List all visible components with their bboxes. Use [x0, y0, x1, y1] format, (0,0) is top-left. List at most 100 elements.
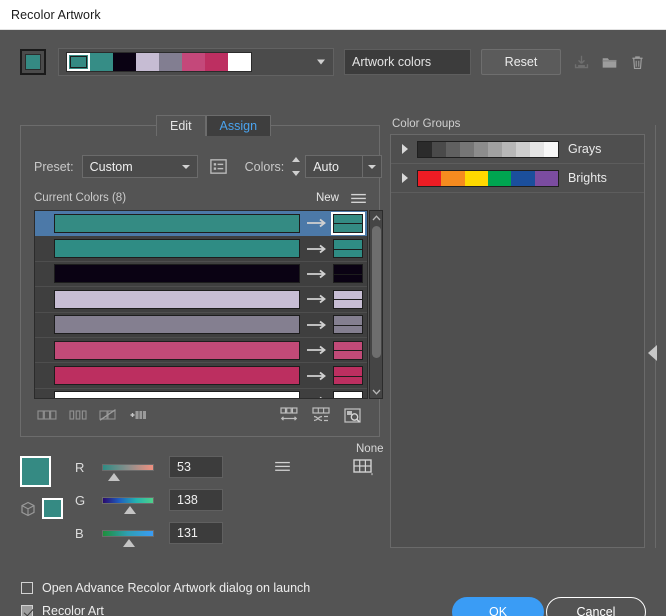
channel-value-r[interactable]: 53 — [169, 456, 223, 478]
cancel-button[interactable]: Cancel — [546, 597, 646, 616]
color-group-swatch[interactable] — [446, 141, 460, 157]
reset-button[interactable]: Reset — [481, 49, 561, 75]
separate-colors-icon[interactable] — [69, 408, 87, 422]
new-color-swatch[interactable] — [333, 239, 363, 259]
channel-slider-r[interactable] — [102, 463, 154, 481]
color-row[interactable] — [35, 262, 367, 288]
color-row[interactable] — [35, 211, 367, 237]
delete-trash-icon[interactable] — [629, 54, 646, 71]
open-advance-dialog-checkbox[interactable] — [21, 582, 33, 594]
current-color-bar[interactable] — [54, 366, 301, 386]
artwork-colors-combo[interactable] — [58, 48, 334, 76]
swatch-lavender[interactable] — [136, 53, 159, 71]
color-group-swatch[interactable] — [487, 170, 512, 186]
color-group-swatch-strip[interactable] — [417, 140, 559, 158]
current-color-bar[interactable] — [54, 315, 301, 335]
color-group-swatch[interactable] — [460, 141, 474, 157]
active-color-indicator[interactable] — [20, 49, 46, 75]
stepper-up-icon[interactable] — [292, 157, 301, 162]
current-color-bar[interactable] — [54, 289, 301, 309]
swatch-white[interactable] — [228, 53, 251, 71]
color-row[interactable] — [35, 363, 367, 389]
channel-slider-g[interactable] — [102, 496, 154, 514]
swatch-rose[interactable] — [205, 53, 228, 71]
randomly-change-color-order-icon[interactable] — [279, 407, 299, 423]
current-color-bar[interactable] — [54, 391, 301, 398]
color-row[interactable] — [35, 236, 367, 262]
color-group-row[interactable]: Grays — [391, 135, 644, 164]
scroll-up-button[interactable] — [370, 211, 382, 224]
artwork-swatch-strip[interactable] — [66, 52, 252, 72]
swatch-pink[interactable] — [182, 53, 205, 71]
tab-edit[interactable]: Edit — [156, 115, 206, 136]
chevron-right-icon[interactable] — [399, 143, 411, 155]
channel-value-b[interactable]: 131 — [169, 522, 223, 544]
color-group-swatch[interactable] — [432, 141, 446, 157]
current-color-bar[interactable] — [54, 264, 301, 284]
new-color-swatch[interactable] — [331, 211, 365, 235]
chevron-right-icon[interactable] — [399, 172, 411, 184]
merge-colors-icon[interactable] — [37, 408, 57, 422]
tab-assign[interactable]: Assign — [205, 115, 272, 136]
color-group-swatch[interactable] — [511, 170, 535, 186]
channel-value-g[interactable]: 138 — [169, 489, 223, 511]
current-color-bar[interactable] — [54, 213, 301, 233]
mixer-preview-swatch[interactable] — [20, 456, 51, 487]
slider-knob-icon[interactable] — [107, 472, 120, 481]
swatch-teal[interactable] — [90, 53, 113, 71]
mixer-current-color-swatch[interactable] — [42, 498, 63, 519]
scrollbar-thumb[interactable] — [372, 226, 381, 358]
current-color-bar[interactable] — [54, 239, 301, 259]
color-reduction-options-icon[interactable] — [343, 407, 363, 424]
ok-button[interactable]: OK — [452, 597, 544, 616]
color-group-swatch[interactable] — [516, 141, 530, 157]
color-group-row[interactable]: Brights — [391, 164, 644, 193]
swatch-teal-selected[interactable] — [67, 53, 90, 71]
color-mixer-menu-icon[interactable] — [275, 461, 290, 472]
new-color-swatch[interactable] — [333, 366, 363, 386]
color-group-swatch[interactable] — [418, 170, 442, 186]
color-group-swatch[interactable] — [534, 170, 558, 186]
new-color-swatch[interactable] — [333, 264, 363, 284]
exclude-colors-icon[interactable] — [99, 408, 117, 422]
color-mode-grid-icon[interactable] — [353, 459, 375, 477]
color-row[interactable] — [35, 389, 367, 398]
stepper-down-icon[interactable] — [292, 171, 301, 176]
color-group-swatch[interactable] — [418, 141, 432, 157]
color-row[interactable] — [35, 287, 367, 313]
recolor-art-checkbox[interactable] — [21, 605, 33, 616]
swatch-black[interactable] — [113, 53, 136, 71]
current-colors-scrollbar[interactable] — [369, 210, 383, 399]
new-color-swatch[interactable] — [333, 391, 363, 398]
slider-knob-icon[interactable] — [122, 538, 135, 547]
color-group-swatch[interactable] — [441, 170, 465, 186]
add-color-row-icon[interactable] — [129, 408, 147, 422]
color-row[interactable] — [35, 338, 367, 364]
colors-value-field[interactable]: Auto — [305, 155, 363, 178]
new-color-swatch[interactable] — [333, 289, 363, 309]
color-group-swatch[interactable] — [544, 141, 558, 157]
mode-tabs[interactable]: Edit Assign — [156, 115, 272, 136]
color-groups-panel[interactable]: Grays Brights — [390, 134, 645, 548]
new-color-swatch[interactable] — [333, 340, 363, 360]
color-group-swatch[interactable] — [488, 141, 502, 157]
color-group-swatch[interactable] — [502, 141, 516, 157]
collapse-panel-left-arrow-icon[interactable] — [648, 345, 657, 361]
colors-select-dropdown[interactable] — [362, 155, 383, 178]
recolor-art-checkbox-row[interactable]: Recolor Art — [21, 604, 104, 616]
preset-select[interactable]: Custom — [81, 155, 198, 178]
chevron-down-icon[interactable] — [317, 59, 325, 65]
scroll-down-button[interactable] — [370, 385, 382, 398]
open-advance-dialog-checkbox-row[interactable]: Open Advance Recolor Artwork dialog on l… — [21, 581, 310, 595]
panel-menu-icon[interactable] — [351, 193, 366, 204]
current-colors-list[interactable] — [34, 210, 368, 399]
color-mode-cube-icon[interactable] — [20, 501, 36, 517]
color-group-swatch[interactable] — [464, 170, 488, 186]
color-group-swatch-strip[interactable] — [417, 169, 559, 187]
randomly-change-saturation-brightness-icon[interactable] — [311, 407, 331, 423]
color-group-swatch[interactable] — [474, 141, 488, 157]
color-row[interactable] — [35, 313, 367, 338]
swatch-gray-purple[interactable] — [159, 53, 182, 71]
channel-slider-b[interactable] — [102, 529, 154, 547]
colors-count-stepper[interactable] — [291, 157, 301, 176]
